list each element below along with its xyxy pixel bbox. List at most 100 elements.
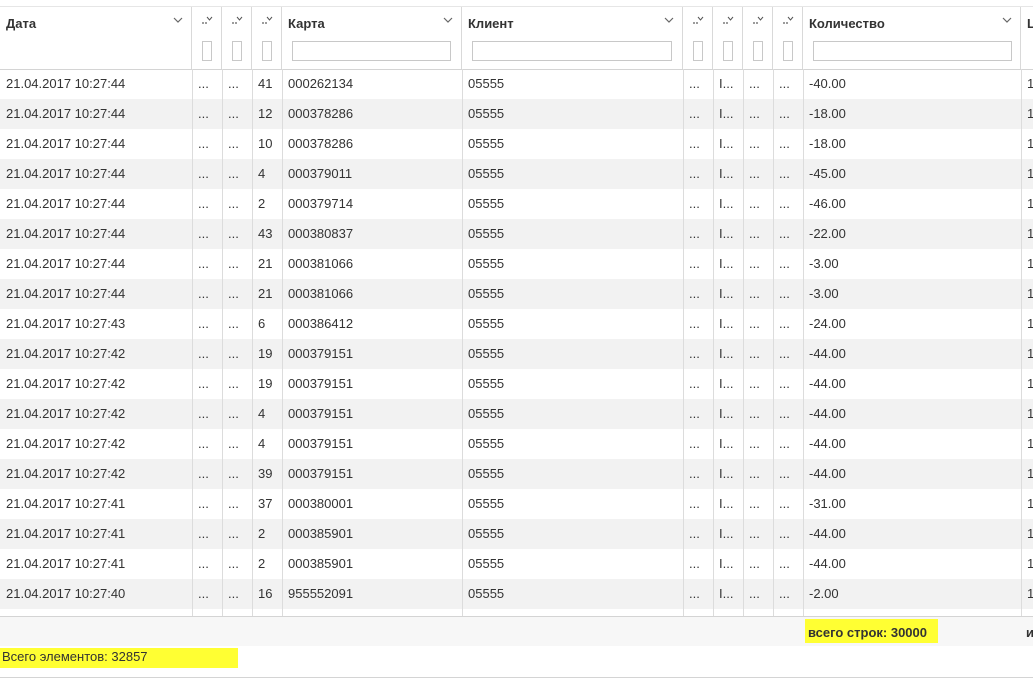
- cell-card: 000378286: [288, 136, 354, 151]
- cell-collapsed-4: ...: [689, 226, 700, 241]
- table-row[interactable]: 21.04.2017 10:27:44...... 43 000380837 0555…: [0, 219, 1033, 249]
- table-row[interactable]: 21.04.2017 10:27:43...... 6 000386412 05555…: [0, 309, 1033, 339]
- cell-collapsed-5: I...: [719, 466, 734, 481]
- cell-collapsed-7: ...: [779, 436, 790, 451]
- cell-collapsed-1: ...: [198, 436, 209, 451]
- table-row[interactable]: 21.04.2017 10:27:44...... 2 000379714 05555…: [0, 189, 1033, 219]
- cell-collapsed-4: ...: [689, 586, 700, 601]
- table-row[interactable]: 21.04.2017 10:27:44...... 4 000379011 05555…: [0, 159, 1033, 189]
- column-divider: [1021, 69, 1022, 629]
- chevron-down-icon[interactable]: [173, 15, 183, 25]
- filter-input-card[interactable]: [292, 41, 451, 61]
- cell-collapsed-1: ...: [198, 76, 209, 91]
- column-header-quantity[interactable]: Количество: [803, 7, 1021, 69]
- table-row[interactable]: 21.04.2017 10:27:41...... 37 000380001 0555…: [0, 489, 1033, 519]
- cell-collapsed-5: I...: [719, 286, 734, 301]
- table-row[interactable]: 21.04.2017 10:27:42...... 4 000379151 05555…: [0, 429, 1033, 459]
- cell-quantity: -31.00: [809, 496, 846, 511]
- table-row[interactable]: 21.04.2017 10:27:44...... 10 000378286 0555…: [0, 129, 1033, 159]
- cell-client: 05555: [468, 196, 505, 211]
- filter-input-quantity[interactable]: [813, 41, 1012, 61]
- cell-collapsed-2: ...: [228, 436, 239, 451]
- column-header-collapsed-5[interactable]: [713, 7, 743, 69]
- collapsed-column-icon[interactable]: [782, 15, 794, 27]
- cell-collapsed-6: ...: [749, 556, 760, 571]
- cell-quantity: -44.00: [809, 556, 846, 571]
- column-divider: [803, 69, 804, 629]
- cell-collapsed-4: ...: [689, 76, 700, 91]
- cell-card: 000381066: [288, 256, 354, 271]
- cell-collapsed-1: ...: [198, 526, 209, 541]
- cell-cut: 1: [1027, 376, 1033, 391]
- table-row[interactable]: 21.04.2017 10:27:41...... 2 000385901 05555…: [0, 549, 1033, 579]
- table-row[interactable]: 21.04.2017 10:27:44...... 21 000381066 0555…: [0, 249, 1033, 279]
- filter-input-collapsed-2[interactable]: [232, 41, 242, 61]
- column-header-card[interactable]: Карта: [282, 7, 462, 69]
- table-row[interactable]: 21.04.2017 10:27:40...... 16 955552091 0555…: [0, 579, 1033, 609]
- cell-collapsed-7: ...: [779, 406, 790, 421]
- column-header-date[interactable]: Дата: [0, 7, 192, 69]
- filter-input-collapsed-3[interactable]: [262, 41, 272, 61]
- column-title-card: Карта: [288, 16, 325, 31]
- filter-input-collapsed-5[interactable]: [723, 41, 733, 61]
- collapsed-column-icon[interactable]: [201, 15, 213, 27]
- table-row[interactable]: 21.04.2017 10:27:44...... 41 000262134 0555…: [0, 69, 1033, 99]
- filter-input-collapsed-4[interactable]: [693, 41, 703, 61]
- collapsed-column-icon[interactable]: [692, 15, 704, 27]
- cell-date: 21.04.2017 10:27:44: [6, 226, 126, 241]
- cell-date: 21.04.2017 10:27:42: [6, 376, 126, 391]
- column-header-cut[interactable]: L: [1021, 7, 1033, 69]
- column-header-collapsed-7[interactable]: [773, 7, 803, 69]
- column-header-collapsed-1[interactable]: [192, 7, 222, 69]
- filter-input-collapsed-7[interactable]: [783, 41, 793, 61]
- cell-client: 05555: [468, 466, 505, 481]
- collapsed-column-icon[interactable]: [722, 15, 734, 27]
- cell-date: 21.04.2017 10:27:40: [6, 586, 126, 601]
- cell-number: 4: [258, 166, 266, 181]
- table-row[interactable]: 21.04.2017 10:27:44...... 21 000381066 0555…: [0, 279, 1033, 309]
- cell-card: 000262134: [288, 76, 354, 91]
- cell-client: 05555: [468, 106, 505, 121]
- filter-input-collapsed-6[interactable]: [753, 41, 763, 61]
- cell-collapsed-6: ...: [749, 526, 760, 541]
- cell-quantity: -2.00: [809, 586, 839, 601]
- table-row[interactable]: 21.04.2017 10:27:42...... 19 000379151 0555…: [0, 369, 1033, 399]
- chevron-down-icon[interactable]: [1002, 15, 1012, 25]
- column-header-collapsed-4[interactable]: [683, 7, 713, 69]
- filter-input-client[interactable]: [472, 41, 672, 61]
- table-row[interactable]: 21.04.2017 10:27:42...... 4 000379151 05555…: [0, 399, 1033, 429]
- chevron-down-icon[interactable]: [443, 15, 453, 25]
- filter-input-collapsed-1[interactable]: [202, 41, 212, 61]
- cell-cut: 1: [1027, 526, 1033, 541]
- collapsed-column-icon[interactable]: [752, 15, 764, 27]
- table-row[interactable]: 21.04.2017 10:27:42...... 19 000379151 0555…: [0, 339, 1033, 369]
- cell-collapsed-5: I...: [719, 196, 734, 211]
- cell-collapsed-5: I...: [719, 316, 734, 331]
- column-header-collapsed-2[interactable]: [222, 7, 252, 69]
- cell-quantity: -18.00: [809, 136, 846, 151]
- table-row[interactable]: 21.04.2017 10:27:42...... 39 000379151 0555…: [0, 459, 1033, 489]
- column-header-client[interactable]: Клиент: [462, 7, 683, 69]
- cell-number: 4: [258, 436, 266, 451]
- cell-collapsed-4: ...: [689, 316, 700, 331]
- column-header-collapsed-3[interactable]: [252, 7, 282, 69]
- cell-collapsed-2: ...: [228, 556, 239, 571]
- cell-collapsed-4: ...: [689, 556, 700, 571]
- chevron-down-icon[interactable]: [664, 15, 674, 25]
- cell-number: 2: [258, 526, 266, 541]
- column-divider: [222, 69, 223, 629]
- cell-number: 21: [258, 286, 273, 301]
- collapsed-column-icon[interactable]: [231, 15, 243, 27]
- cell-collapsed-1: ...: [198, 196, 209, 211]
- table-row[interactable]: 21.04.2017 10:27:41...... 2 000385901 05555…: [0, 519, 1033, 549]
- cell-date: 21.04.2017 10:27:44: [6, 76, 126, 91]
- cell-collapsed-4: ...: [689, 496, 700, 511]
- column-divider: [713, 69, 714, 629]
- cell-client: 05555: [468, 586, 505, 601]
- collapsed-column-icon[interactable]: [261, 15, 273, 27]
- cell-card: 000385901: [288, 556, 354, 571]
- table-row[interactable]: 21.04.2017 10:27:44...... 12 000378286 0555…: [0, 99, 1033, 129]
- column-header-collapsed-6[interactable]: [743, 7, 773, 69]
- cell-card: 000380001: [288, 496, 354, 511]
- cell-quantity: -44.00: [809, 376, 846, 391]
